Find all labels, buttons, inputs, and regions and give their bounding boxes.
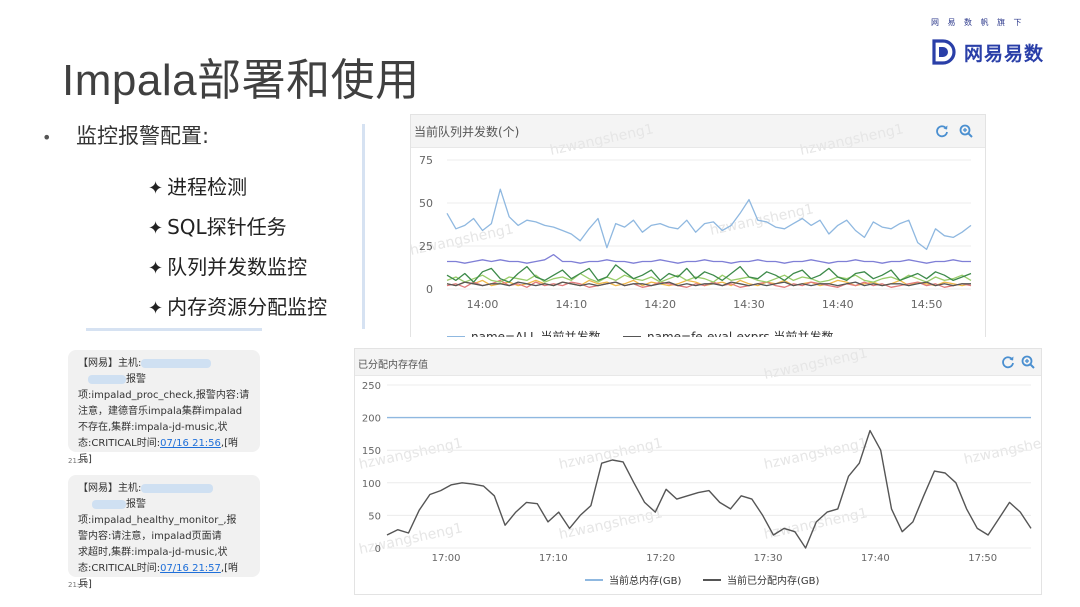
- y-tick-label: 250: [362, 381, 381, 392]
- watermark-text: hzwangsheng1: [763, 435, 869, 473]
- chart-plot: hzwangsheng1 hzwangsheng1 hzwangsheng1 hzwa…: [358, 349, 1041, 587]
- queue-concurrency-chart: 当前队列并发数(个) hzwangsheng1 hzwangsheng1 hzwan…: [410, 114, 986, 337]
- star-icon: ✦: [148, 178, 164, 199]
- chart-plot: hzwangsheng1hzwangsheng1hzwangsheng1hzwa…: [411, 121, 972, 337]
- logo-text: 网易易数: [964, 42, 1045, 65]
- x-tick-label: 17:50: [968, 553, 997, 564]
- page-title: Impala部署和使用: [62, 56, 420, 105]
- sms-status: 态:CRITICAL时间:: [78, 438, 161, 449]
- sms-body-line: 项:impalad_healthy_monitor_,报: [78, 515, 237, 526]
- sms-timestamp: 21:56: [68, 457, 89, 465]
- brand-tagline: 网易数帆旗下: [931, 18, 1030, 27]
- y-tick-label: 0: [375, 544, 381, 555]
- x-tick-label: 14:20: [644, 298, 676, 311]
- redacted-host: [92, 499, 126, 509]
- x-tick-label: 14:10: [555, 298, 587, 311]
- sms-body-line: 警内容:请注意，impalad页面请: [78, 531, 222, 542]
- watermark-text: hzwangsheng1: [558, 435, 664, 473]
- sms-alarm-word: 报警: [126, 374, 146, 385]
- sub-item-label: 内存资源分配监控: [167, 295, 328, 319]
- sub-item-sql-probe: ✦ SQL探针任务: [148, 211, 287, 240]
- star-icon: ✦: [148, 298, 164, 319]
- x-tick-label: 14:30: [733, 298, 765, 311]
- redacted-host: [141, 483, 214, 493]
- star-icon: ✦: [148, 258, 164, 279]
- y-tick-label: 0: [426, 283, 433, 296]
- x-tick-label: 17:10: [539, 553, 568, 564]
- x-tick-label: 14:40: [822, 298, 854, 311]
- legend-label: 当前总内存(GB): [609, 574, 682, 587]
- redacted-host: [141, 358, 212, 368]
- y-tick-label: 100: [362, 479, 381, 490]
- sms-alert-message: 【网易】主机: 报警 项:impalad_proc_check,报警内容:请 注…: [68, 350, 260, 465]
- legend-label: name=ALL 当前并发数: [471, 329, 600, 337]
- sms-body-line: 注意，建德音乐impala集群impalad: [78, 406, 243, 417]
- sms-prefix: 【网易】主机:: [78, 358, 142, 369]
- series-line-2: [447, 253, 971, 264]
- brand-logo: 网易易数: [930, 38, 1044, 66]
- y-tick-label: 75: [419, 154, 433, 167]
- sms-time-link[interactable]: 07/16 21:57: [160, 563, 221, 574]
- memory-allocation-chart: 已分配内存存值 hzwangsheng1 hzwangsheng1 hzwangsh…: [354, 348, 1042, 595]
- sms-prefix: 【网易】主机:: [78, 483, 142, 494]
- sms-body-line: 项:impalad_proc_check,报警内容:请: [78, 390, 250, 401]
- sms-status: 态:CRITICAL时间:: [78, 563, 161, 574]
- x-tick-label: 17:00: [432, 553, 461, 564]
- y-tick-label: 200: [362, 414, 381, 425]
- x-tick-label: 17:30: [754, 553, 783, 564]
- sub-item-label: 进程检测: [167, 175, 248, 199]
- sms-body-line: 求超时,集群:impala-jd-music,状: [78, 547, 228, 558]
- sub-item-queue-concurrency: ✦ 队列并发数监控: [148, 251, 307, 280]
- x-tick-label: 17:40: [861, 553, 890, 564]
- y-tick-label: 50: [368, 511, 381, 522]
- y-tick-label: 50: [419, 197, 433, 210]
- legend-label: name=fe-eval-exprs 当前并发数: [647, 329, 833, 337]
- bullet-dot: •: [42, 128, 52, 147]
- x-tick-label: 14:50: [911, 298, 943, 311]
- sub-item-process-check: ✦ 进程检测: [148, 171, 247, 200]
- sms-body-line: 不存在,集群:impala-jd-music,状: [78, 422, 228, 433]
- x-tick-label: 17:20: [646, 553, 675, 564]
- x-tick-label: 14:00: [467, 298, 499, 311]
- watermark-text: hzwangsheng1: [763, 349, 869, 383]
- sub-item-memory-allocation: ✦ 内存资源分配监控: [148, 291, 327, 320]
- series-line-1: [386, 429, 1032, 549]
- watermark-text: hzwangsheng1: [963, 430, 1041, 468]
- series-line-4: [446, 272, 972, 283]
- legend-label: 当前已分配内存(GB): [727, 574, 820, 587]
- series-line-0: [446, 188, 972, 251]
- sms-alarm-word: 报警: [126, 499, 146, 510]
- bullet-main-point: 监控报警配置:: [76, 124, 210, 148]
- watermark-text: hzwangsheng1: [799, 121, 905, 159]
- y-tick-label: 150: [362, 446, 381, 457]
- sms-time-link[interactable]: 07/16 21:56: [160, 438, 221, 449]
- sub-item-label: SQL探针任务: [167, 215, 287, 239]
- sub-item-label: 队列并发数监控: [167, 255, 308, 279]
- y-tick-label: 25: [419, 240, 433, 253]
- sms-alert-message: 【网易】主机: 报警 项:impalad_healthy_monitor_,报 …: [68, 475, 260, 590]
- sms-timestamp: 21:57: [68, 581, 89, 589]
- star-icon: ✦: [148, 218, 164, 239]
- decorative-divider: [362, 124, 365, 329]
- logo-mark-icon: [932, 39, 956, 65]
- watermark-text: hzwangsheng1: [549, 121, 655, 159]
- decorative-underline: [86, 328, 262, 331]
- redacted-host: [88, 374, 126, 384]
